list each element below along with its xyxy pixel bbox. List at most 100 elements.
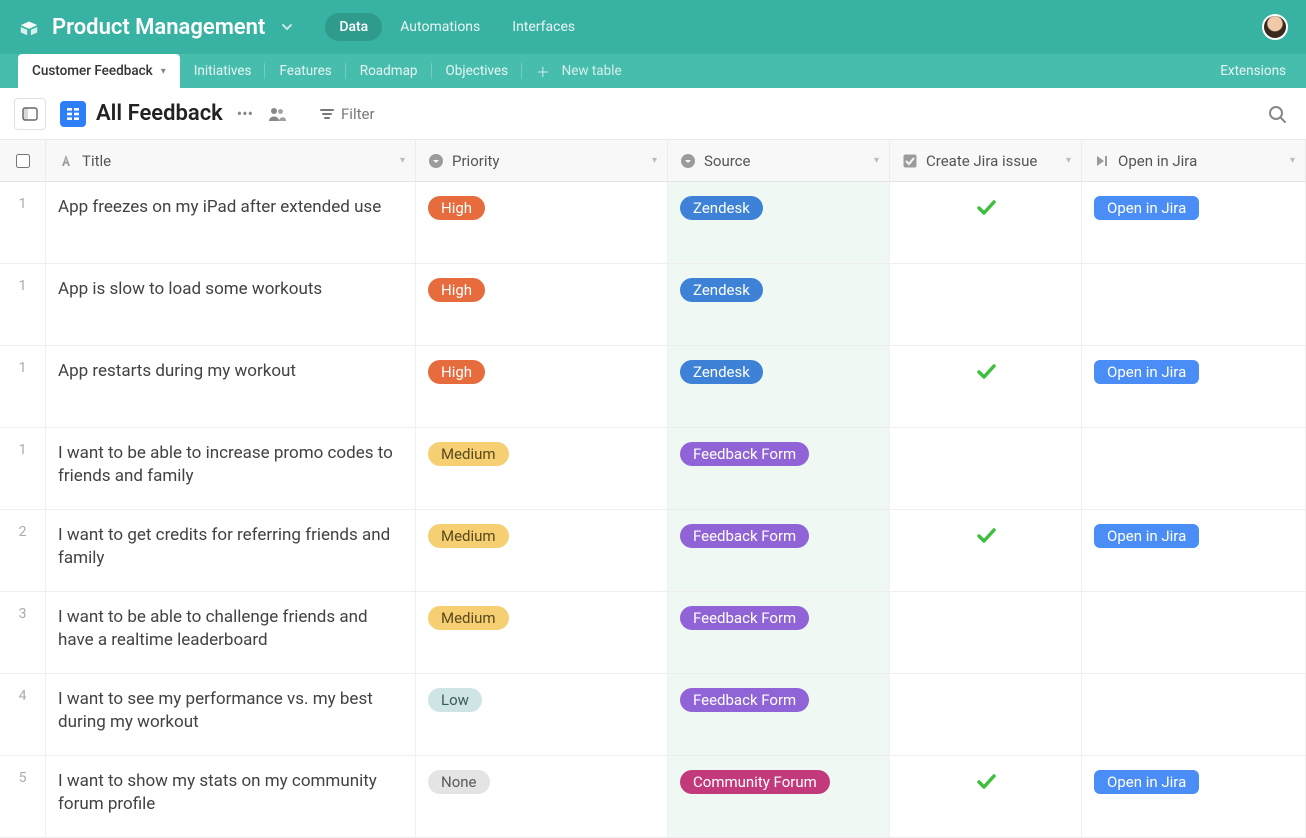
view-label[interactable]: All Feedback bbox=[60, 101, 223, 127]
cell-source[interactable]: Feedback Form bbox=[668, 592, 890, 673]
cell-priority[interactable]: Medium bbox=[416, 428, 668, 509]
chevron-down-icon[interactable]: ▾ bbox=[652, 155, 657, 166]
cell-create-jira[interactable] bbox=[890, 264, 1082, 345]
cell-source[interactable]: Zendesk bbox=[668, 264, 890, 345]
cell-source[interactable]: Feedback Form bbox=[668, 674, 890, 755]
checkbox-field-icon bbox=[902, 153, 918, 169]
brand-nav-automations[interactable]: Automations bbox=[386, 13, 494, 41]
cell-title[interactable]: I want to be able to challenge friends a… bbox=[46, 592, 416, 673]
open-in-jira-button[interactable]: Open in Jira bbox=[1094, 196, 1199, 220]
table-row[interactable]: 3I want to be able to challenge friends … bbox=[0, 592, 1306, 674]
check-icon bbox=[975, 524, 997, 546]
cell-open-jira: Open in Jira bbox=[1082, 346, 1306, 427]
cell-title[interactable]: I want to show my stats on my community … bbox=[46, 756, 416, 837]
cell-priority[interactable]: High bbox=[416, 346, 668, 427]
table-tab-roadmap[interactable]: Roadmap bbox=[346, 54, 432, 88]
brand-nav-interfaces[interactable]: Interfaces bbox=[498, 13, 589, 41]
column-header-create-jira[interactable]: Create Jira issue ▾ bbox=[890, 140, 1082, 181]
column-header-open-jira[interactable]: Open in Jira ▾ bbox=[1082, 140, 1306, 181]
cell-create-jira[interactable] bbox=[890, 674, 1082, 755]
column-source-label: Source bbox=[704, 152, 750, 170]
open-in-jira-button[interactable]: Open in Jira bbox=[1094, 770, 1199, 794]
chevron-down-icon[interactable]: ▾ bbox=[161, 66, 166, 77]
table-tab-label: Customer Feedback bbox=[32, 63, 153, 79]
cell-title[interactable]: App restarts during my workout bbox=[46, 346, 416, 427]
cell-create-jira[interactable] bbox=[890, 182, 1082, 263]
table-row[interactable]: 1App freezes on my iPad after extended u… bbox=[0, 182, 1306, 264]
row-number: 1 bbox=[0, 428, 46, 509]
cell-title[interactable]: App is slow to load some workouts bbox=[46, 264, 416, 345]
base-title[interactable]: Product Management bbox=[52, 15, 265, 40]
select-all-input[interactable] bbox=[16, 154, 30, 168]
cell-priority[interactable]: Medium bbox=[416, 510, 668, 591]
grid: Title ▾ Priority ▾ Source ▾ Create Jira … bbox=[0, 140, 1306, 838]
view-name: All Feedback bbox=[96, 101, 223, 126]
single-select-icon bbox=[428, 153, 444, 169]
table-tab-objectives[interactable]: Objectives bbox=[432, 54, 523, 88]
source-tag: Zendesk bbox=[680, 196, 763, 220]
sidebar-toggle-button[interactable] bbox=[14, 98, 46, 130]
table-tab-label: Objectives bbox=[446, 63, 509, 79]
text-field-icon bbox=[58, 153, 74, 169]
chevron-down-icon[interactable]: ▾ bbox=[1290, 155, 1295, 166]
table-row[interactable]: 1I want to be able to increase promo cod… bbox=[0, 428, 1306, 510]
cell-title[interactable]: App freezes on my iPad after extended us… bbox=[46, 182, 416, 263]
cell-create-jira[interactable] bbox=[890, 510, 1082, 591]
priority-tag: High bbox=[428, 278, 485, 302]
table-tab-initiatives[interactable]: Initiatives bbox=[180, 54, 266, 88]
avatar[interactable] bbox=[1262, 14, 1288, 40]
cell-priority[interactable]: High bbox=[416, 182, 668, 263]
column-priority-label: Priority bbox=[452, 152, 499, 170]
table-tab-label: Initiatives bbox=[194, 63, 252, 79]
open-in-jira-button[interactable]: Open in Jira bbox=[1094, 360, 1199, 384]
cell-source[interactable]: Feedback Form bbox=[668, 428, 890, 509]
column-header-title[interactable]: Title ▾ bbox=[46, 140, 416, 181]
extensions-button[interactable]: Extensions bbox=[1200, 54, 1306, 88]
cell-priority[interactable]: High bbox=[416, 264, 668, 345]
cell-title[interactable]: I want to get credits for referring frie… bbox=[46, 510, 416, 591]
chevron-down-icon[interactable] bbox=[281, 21, 293, 33]
cell-open-jira: Open in Jira bbox=[1082, 182, 1306, 263]
table-row[interactable]: 5I want to show my stats on my community… bbox=[0, 756, 1306, 838]
cell-title[interactable]: I want to be able to increase promo code… bbox=[46, 428, 416, 509]
cell-create-jira[interactable] bbox=[890, 428, 1082, 509]
row-number: 4 bbox=[0, 674, 46, 755]
cell-priority[interactable]: Medium bbox=[416, 592, 668, 673]
table-row[interactable]: 2I want to get credits for referring fri… bbox=[0, 510, 1306, 592]
select-all-checkbox[interactable] bbox=[0, 140, 46, 181]
more-options-button[interactable]: ••• bbox=[237, 104, 253, 123]
cell-source[interactable]: Community Forum bbox=[668, 756, 890, 837]
chevron-down-icon[interactable]: ▾ bbox=[400, 155, 405, 166]
cell-source[interactable]: Feedback Form bbox=[668, 510, 890, 591]
brand-right bbox=[1262, 14, 1288, 40]
table-row[interactable]: 4I want to see my performance vs. my bes… bbox=[0, 674, 1306, 756]
source-tag: Zendesk bbox=[680, 360, 763, 384]
table-row[interactable]: 1App is slow to load some workoutsHighZe… bbox=[0, 264, 1306, 346]
brand-nav-data[interactable]: Data bbox=[325, 13, 382, 41]
table-tab-features[interactable]: Features bbox=[265, 54, 345, 88]
filter-button[interactable]: Filter bbox=[319, 105, 375, 123]
brand-nav-label: Data bbox=[339, 19, 368, 35]
cell-create-jira[interactable] bbox=[890, 346, 1082, 427]
chevron-down-icon[interactable]: ▾ bbox=[1066, 155, 1071, 166]
collaborators-button[interactable] bbox=[267, 104, 287, 124]
cell-priority[interactable]: Low bbox=[416, 674, 668, 755]
cell-create-jira[interactable] bbox=[890, 592, 1082, 673]
new-table-label: New table bbox=[562, 63, 622, 79]
source-tag: Feedback Form bbox=[680, 524, 809, 548]
table-tabs-bar: Customer Feedback ▾ Initiatives FeaturesRoa… bbox=[0, 54, 1306, 88]
table-row[interactable]: 1App restarts during my workoutHighZende… bbox=[0, 346, 1306, 428]
cell-create-jira[interactable] bbox=[890, 756, 1082, 837]
cell-title[interactable]: I want to see my performance vs. my best… bbox=[46, 674, 416, 755]
chevron-down-icon[interactable]: ▾ bbox=[874, 155, 879, 166]
cell-priority[interactable]: None bbox=[416, 756, 668, 837]
cell-source[interactable]: Zendesk bbox=[668, 346, 890, 427]
column-header-priority[interactable]: Priority ▾ bbox=[416, 140, 668, 181]
search-button[interactable] bbox=[1262, 99, 1292, 129]
new-table-button[interactable]: ＋ New table bbox=[522, 54, 636, 88]
table-tab-customer-feedback[interactable]: Customer Feedback ▾ bbox=[18, 54, 180, 88]
cell-source[interactable]: Zendesk bbox=[668, 182, 890, 263]
open-in-jira-button[interactable]: Open in Jira bbox=[1094, 524, 1199, 548]
cell-open-jira: Open in Jira bbox=[1082, 510, 1306, 591]
column-header-source[interactable]: Source ▾ bbox=[668, 140, 890, 181]
